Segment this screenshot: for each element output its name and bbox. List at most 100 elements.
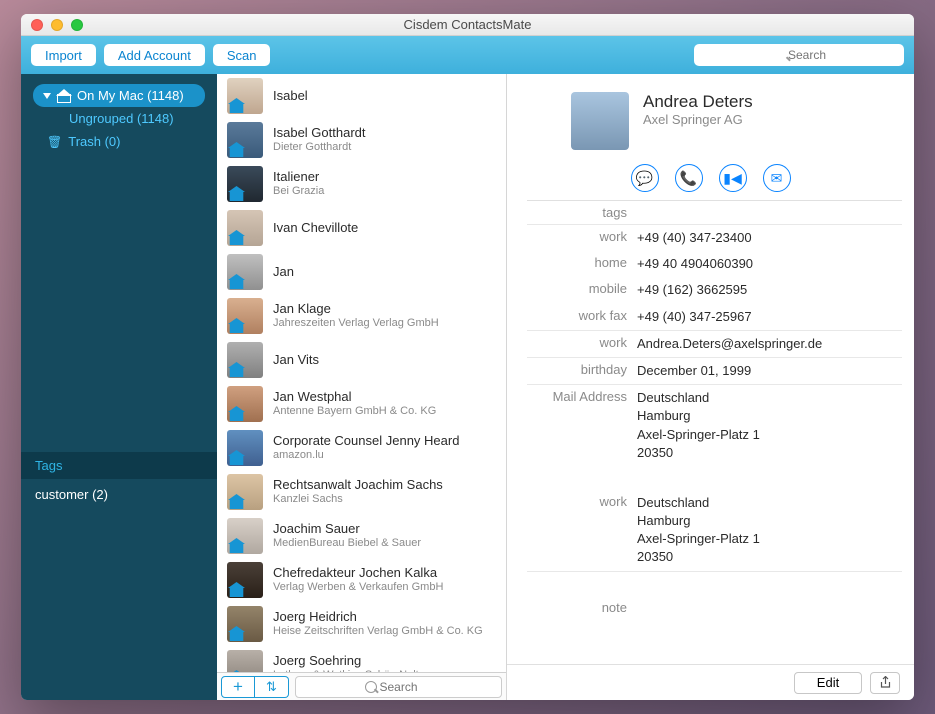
contact-row[interactable]: Joerg SoehringLatham & Watkins Schön Nol…: [217, 646, 506, 672]
label-phone-workfax: work fax: [527, 308, 637, 323]
contact-row[interactable]: Joerg HeidrichHeise Zeitschriften Verlag…: [217, 602, 506, 646]
contact-row[interactable]: Corporate Counsel Jenny Heardamazon.lu: [217, 426, 506, 470]
value-birthday: December 01, 1999: [637, 362, 902, 380]
contact-row[interactable]: ItalienerBei Grazia: [217, 162, 506, 206]
video-icon: ▮◀: [723, 170, 741, 187]
message-button[interactable]: 💬: [631, 164, 659, 192]
video-button[interactable]: ▮◀: [719, 164, 747, 192]
contact-row[interactable]: Ivan Chevillote: [217, 206, 506, 250]
add-contact-button[interactable]: +: [221, 676, 255, 698]
contact-row[interactable]: Isabel: [217, 74, 506, 118]
avatar: [227, 254, 263, 290]
list-search-input[interactable]: [295, 676, 502, 698]
list-footer: + ⇅: [217, 672, 506, 700]
contact-name: Italiener: [273, 169, 324, 185]
action-row: 💬 📞 ▮◀ ✉: [507, 160, 914, 200]
import-button[interactable]: Import: [31, 44, 96, 66]
scan-button[interactable]: Scan: [213, 44, 271, 66]
sidebar-label: Trash (0): [68, 134, 120, 149]
value-phone-mobile: +49 (162) 3662595: [637, 281, 902, 299]
avatar: [227, 386, 263, 422]
contact-name: Joachim Sauer: [273, 521, 421, 537]
detail-footer: Edit: [507, 664, 914, 700]
avatar: [227, 474, 263, 510]
contact-row[interactable]: Jan Vits: [217, 338, 506, 382]
sort-button[interactable]: ⇅: [255, 676, 289, 698]
toolbar-search-input[interactable]: [694, 44, 904, 66]
avatar: [227, 606, 263, 642]
sidebar-label: Ungrouped (1148): [69, 111, 174, 126]
avatar: [227, 210, 263, 246]
contact-row[interactable]: Jan WestphalAntenne Bayern GmbH & Co. KG: [217, 382, 506, 426]
contact-sub: Bei Grazia: [273, 185, 324, 199]
sidebar: On My Mac (1148) Ungrouped (1148) Trash …: [21, 74, 217, 700]
contact-name: Isabel: [273, 88, 308, 104]
contact-name: Jan: [273, 264, 294, 280]
phone-icon: 📞: [680, 170, 697, 187]
share-icon: [879, 676, 892, 689]
value-phone-home: +49 40 4904060390: [637, 255, 902, 273]
label-birthday: birthday: [527, 362, 637, 377]
share-button[interactable]: [870, 672, 900, 694]
contact-name: Jan Vits: [273, 352, 319, 368]
edit-button[interactable]: Edit: [794, 672, 862, 694]
contact-name: Joerg Heidrich: [273, 609, 483, 625]
sidebar-ungrouped[interactable]: Ungrouped (1148): [27, 107, 211, 130]
avatar: [227, 78, 263, 114]
label-phone-home: home: [527, 255, 637, 270]
avatar: [227, 650, 263, 672]
label-tags: tags: [527, 205, 637, 220]
contacts-scroll[interactable]: Isabel Isabel GotthardtDieter Gotthardt …: [217, 74, 506, 672]
contact-name: Ivan Chevillote: [273, 220, 358, 236]
label-phone-work: work: [527, 229, 637, 244]
contact-name: Joerg Soehring: [273, 653, 425, 669]
sidebar-trash[interactable]: Trash (0): [27, 130, 211, 153]
contact-row[interactable]: Isabel GotthardtDieter Gotthardt: [217, 118, 506, 162]
contact-name: Jan Westphal: [273, 389, 436, 405]
contact-row[interactable]: Jan: [217, 250, 506, 294]
search-icon: [694, 44, 904, 66]
label-note: note: [527, 600, 637, 615]
titlebar: Cisdem ContactsMate: [21, 14, 914, 36]
avatar: [227, 342, 263, 378]
contact-sub: Antenne Bayern GmbH & Co. KG: [273, 405, 436, 419]
toolbar: Import Add Account Scan: [21, 36, 914, 74]
contact-row[interactable]: Joachim SauerMedienBureau Biebel & Sauer: [217, 514, 506, 558]
contact-row[interactable]: Rechtsanwalt Joachim SachsKanzlei Sachs: [217, 470, 506, 514]
sidebar-on-my-mac[interactable]: On My Mac (1148): [33, 84, 205, 107]
mail-icon: ✉: [771, 170, 783, 187]
app-window: Cisdem ContactsMate Import Add Account S…: [21, 14, 914, 700]
contact-name: Chefredakteur Jochen Kalka: [273, 565, 443, 581]
add-account-button[interactable]: Add Account: [104, 44, 205, 66]
detail-org: Axel Springer AG: [643, 112, 753, 127]
label-email-work: work: [527, 335, 637, 350]
contact-sub: amazon.lu: [273, 449, 459, 463]
contact-name: Jan Klage: [273, 301, 439, 317]
contacts-list: Isabel Isabel GotthardtDieter Gotthardt …: [217, 74, 507, 700]
avatar: [227, 122, 263, 158]
contact-row[interactable]: Chefredakteur Jochen KalkaVerlag Werben …: [217, 558, 506, 602]
value-addr-work: Deutschland Hamburg Axel-Springer-Platz …: [637, 494, 902, 567]
value-email-work: Andrea.Deters@axelspringer.de: [637, 335, 902, 353]
contact-sub: MedienBureau Biebel & Sauer: [273, 537, 421, 551]
avatar: [227, 430, 263, 466]
contact-sub: Dieter Gotthardt: [273, 141, 366, 155]
value-phone-work: +49 (40) 347-23400: [637, 229, 902, 247]
contact-sub: Jahreszeiten Verlag Verlag GmbH: [273, 317, 439, 331]
detail-name: Andrea Deters: [643, 92, 753, 112]
contact-name: Rechtsanwalt Joachim Sachs: [273, 477, 443, 493]
contact-row[interactable]: Jan KlageJahreszeiten Verlag Verlag GmbH: [217, 294, 506, 338]
email-button[interactable]: ✉: [763, 164, 791, 192]
label-addr-work: work: [527, 494, 637, 509]
contact-sub: Verlag Werben & Verkaufen GmbH: [273, 581, 443, 595]
value-phone-workfax: +49 (40) 347-25967: [637, 308, 902, 326]
avatar: [227, 518, 263, 554]
tag-item-customer[interactable]: customer (2): [21, 479, 217, 510]
call-button[interactable]: 📞: [675, 164, 703, 192]
window-title: Cisdem ContactsMate: [21, 17, 914, 32]
house-icon: [57, 90, 71, 102]
trash-icon: [47, 134, 62, 149]
contact-detail: Andrea Deters Axel Springer AG 💬 📞 ▮◀ ✉ …: [507, 74, 914, 700]
label-mailaddress: Mail Address: [527, 389, 637, 404]
contact-name: Corporate Counsel Jenny Heard: [273, 433, 459, 449]
